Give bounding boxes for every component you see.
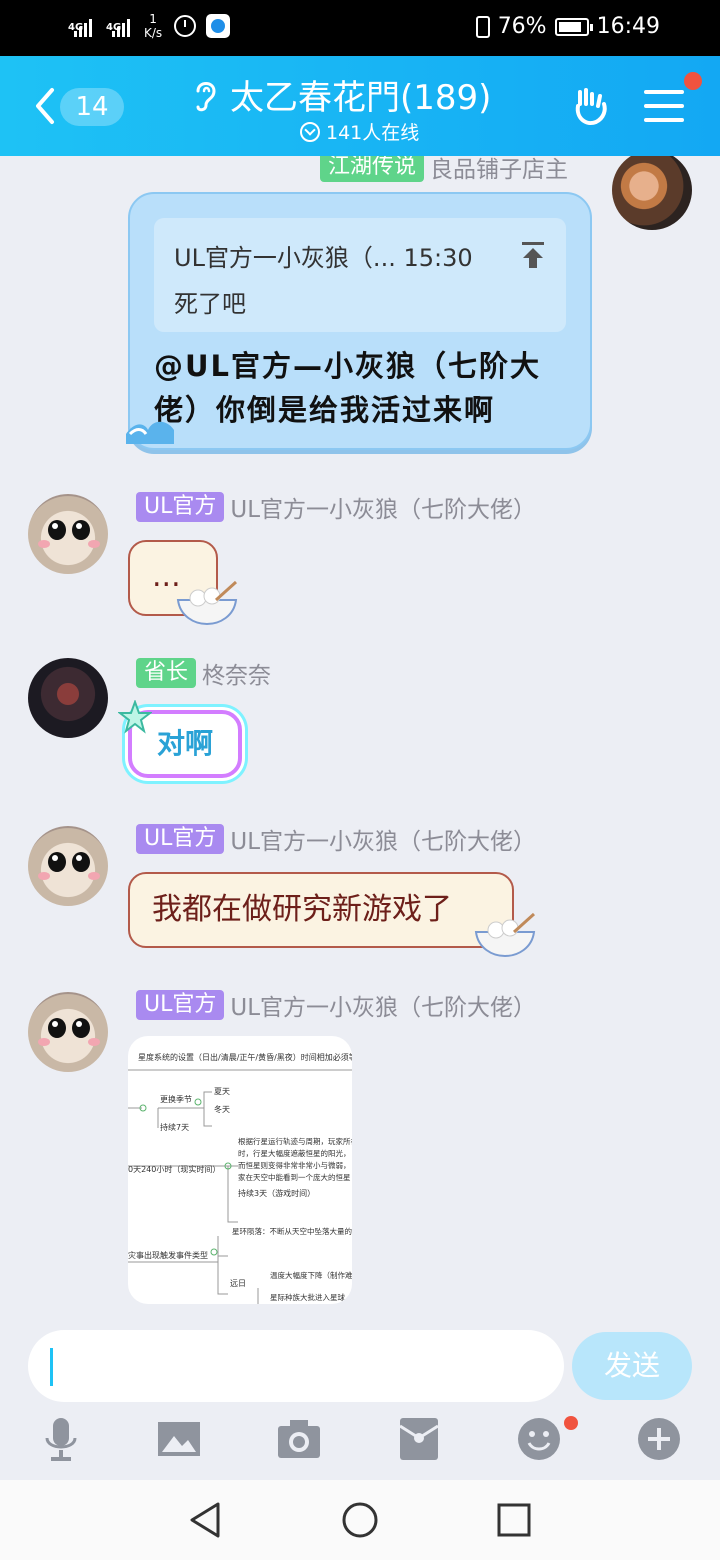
- app-notification-icon: [206, 14, 231, 38]
- image-line: 根据行星运行轨迹与周期，玩家所在: [238, 1136, 352, 1146]
- online-check-icon: [300, 121, 320, 142]
- unread-count-badge[interactable]: 14: [60, 88, 124, 126]
- nav-back-icon[interactable]: [186, 1500, 226, 1540]
- sender-name: UL官方一小灰狼（七阶大佬）: [230, 995, 537, 1021]
- message-text: 对啊: [156, 727, 213, 760]
- bowl-decoration-icon: [176, 580, 238, 626]
- jump-to-top-icon[interactable]: [520, 240, 546, 270]
- camera-icon[interactable]: [276, 1416, 322, 1462]
- title-row[interactable]: 太乙春花門(189): [190, 70, 530, 119]
- image-icon[interactable]: [156, 1416, 202, 1462]
- sender-avatar[interactable]: [28, 826, 108, 906]
- input-toolbar: [0, 1416, 720, 1468]
- signal-1-icon: 4G: [60, 15, 92, 37]
- image-line: 而恒星则变得非常非常小与微弱，: [238, 1160, 351, 1170]
- image-line: 家在天空中能看到一个庞大的恒星: [238, 1172, 351, 1182]
- self-name: 良品铺子店主: [430, 157, 569, 183]
- text-caret: [50, 1348, 53, 1386]
- quote-header: UL官方一小灰狼（... 15:30: [174, 244, 473, 272]
- chat-header: 14 太乙春花門(189) 141人在线: [0, 56, 720, 156]
- send-button[interactable]: 发送: [572, 1332, 692, 1400]
- quoted-message[interactable]: UL官方一小灰狼（... 15:30 死了吧: [154, 218, 566, 332]
- clock: 16:49: [596, 14, 660, 39]
- self-name-row: 江湖传说 良品铺子店主: [320, 156, 568, 184]
- sender-tag: UL官方: [136, 990, 225, 1020]
- message-bubble[interactable]: 我都在做研究新游戏了: [128, 872, 514, 948]
- image-message[interactable]: 星度系统的设置（日出/清晨/正午/黄昏/黑夜）时间相加必须等于 更换季节 夏天 …: [128, 1036, 352, 1304]
- sender-name: UL官方一小灰狼（七阶大佬）: [230, 829, 537, 855]
- emoji-notification-dot: [564, 1416, 578, 1430]
- image-line: 星环陨落：不断从天空中坠落大量的: [232, 1226, 352, 1236]
- sender-tag: UL官方: [136, 824, 225, 854]
- sender-avatar[interactable]: [28, 992, 108, 1072]
- self-message-bubble[interactable]: UL官方一小灰狼（... 15:30 死了吧 @UL官方—小灰狼（七阶大佬）你倒…: [126, 192, 592, 450]
- sender-avatar[interactable]: [28, 658, 108, 738]
- star-decoration-icon: [118, 700, 152, 734]
- image-line: 灾事出现触发事件类型: [128, 1250, 208, 1260]
- plus-icon[interactable]: [636, 1416, 682, 1462]
- message-text: 我都在做研究新游戏了: [152, 892, 452, 927]
- chat-messages[interactable]: 江湖传说 良品铺子店主 UL官方一小灰狼（... 15:30 死了吧 @UL官方…: [0, 156, 720, 1322]
- quote-text: 死了吧: [174, 290, 246, 318]
- alarm-icon: [174, 15, 197, 37]
- image-line: 冬天: [214, 1104, 230, 1114]
- sender-avatar[interactable]: [28, 494, 108, 574]
- back-chevron-icon[interactable]: [32, 86, 58, 126]
- self-message-text: @UL官方—小灰狼（七阶大佬）你倒是给我活过来啊: [154, 349, 542, 427]
- input-area: 发送: [0, 1322, 720, 1480]
- menu-icon[interactable]: [644, 90, 684, 124]
- image-line: 持续7天: [160, 1122, 189, 1132]
- vibrate-icon: [475, 15, 490, 38]
- image-line: 0天240小时（现实时间）: [128, 1164, 220, 1174]
- sim1-label: 4G: [68, 22, 84, 33]
- image-line: 温度大幅度下降（制作难: [270, 1270, 352, 1280]
- self-tag: 江湖传说: [320, 156, 425, 182]
- online-text: 141人在线: [326, 122, 420, 144]
- net-speed-value: 1: [149, 12, 157, 26]
- net-speed: 1 K/s: [144, 12, 162, 40]
- sender-tag: UL官方: [136, 492, 225, 522]
- sender-name: 柊奈奈: [202, 663, 272, 689]
- image-line: 夏天: [214, 1087, 230, 1096]
- red-packet-icon[interactable]: [396, 1416, 442, 1462]
- wave-decoration-icon: [126, 421, 174, 444]
- sender-name-row: UL官方 UL官方一小灰狼（七阶大佬）: [136, 490, 536, 524]
- sim2-label: 4G: [106, 22, 122, 33]
- sender-name-row: 省长 柊奈奈: [136, 656, 271, 690]
- image-line: 星际种族大批进入星球: [270, 1292, 345, 1302]
- net-speed-unit: K/s: [144, 26, 163, 40]
- image-line: 远日: [230, 1279, 246, 1288]
- notification-dot: [684, 72, 702, 90]
- nav-recents-icon[interactable]: [494, 1500, 534, 1540]
- battery-percent: 76%: [497, 14, 547, 39]
- nav-home-icon[interactable]: [340, 1500, 380, 1540]
- signal-2-icon: 4G: [98, 15, 130, 37]
- sender-name-row: UL官方 UL官方一小灰狼（七阶大佬）: [136, 822, 536, 856]
- sender-tag: 省长: [136, 658, 197, 688]
- group-title: 太乙春花門(189): [230, 78, 492, 118]
- image-line: 星度系统的设置（日出/清晨/正午/黄昏/黑夜）时间相加必须等于: [138, 1052, 352, 1062]
- bowl-decoration-icon: [474, 912, 536, 958]
- sender-name: UL官方一小灰狼（七阶大佬）: [230, 497, 537, 523]
- online-count[interactable]: 141人在线: [300, 118, 419, 145]
- emoji-icon[interactable]: [516, 1416, 562, 1462]
- status-bar: 4G 4G 1 K/s 76% 16:49: [0, 0, 720, 56]
- self-avatar[interactable]: [612, 156, 692, 230]
- message-input[interactable]: [28, 1330, 564, 1402]
- ear-icon: [196, 81, 216, 111]
- system-nav-bar: [0, 1480, 720, 1560]
- image-line: 更换季节: [160, 1094, 192, 1104]
- image-line: 持续3天（游戏时间）: [238, 1188, 315, 1198]
- mindmap-image: 星度系统的设置（日出/清晨/正午/黄昏/黑夜）时间相加必须等于 更换季节 夏天 …: [128, 1052, 352, 1304]
- hand-gesture-icon[interactable]: [570, 84, 614, 128]
- sender-name-row: UL官方 UL官方一小灰狼（七阶大佬）: [136, 988, 536, 1022]
- battery-icon: [554, 17, 593, 36]
- mic-icon[interactable]: [38, 1416, 84, 1462]
- image-line: 时，行星大幅度遮蔽恒星的阳光，: [238, 1148, 351, 1158]
